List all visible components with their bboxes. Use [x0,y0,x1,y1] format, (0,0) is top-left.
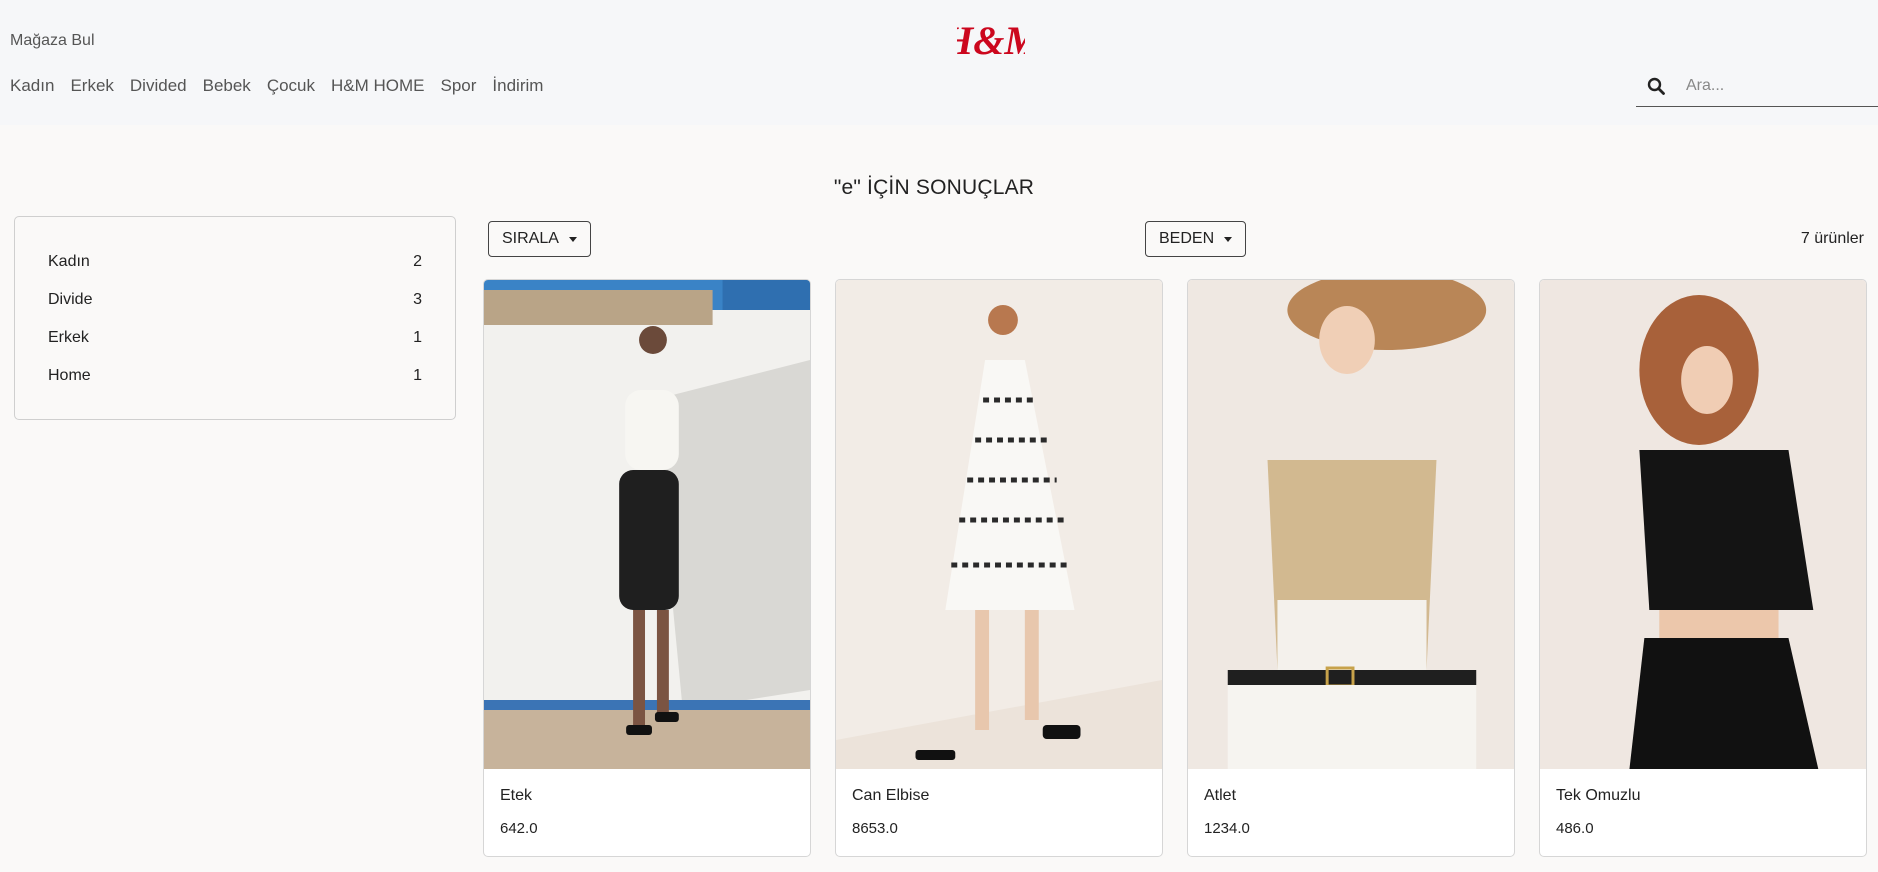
nav-item-bebek[interactable]: Bebek [203,76,251,96]
category-label: Erkek [48,329,89,346]
product-price: 486.0 [1556,820,1594,837]
caret-down-icon [568,236,577,242]
category-item-divide[interactable]: Divide 3 [48,281,422,319]
category-label: Kadın [48,253,90,270]
size-dropdown-button[interactable]: BEDEN [1145,221,1247,257]
product-name: Atlet [1204,787,1237,804]
sort-label: SIRALA [502,230,559,247]
product-image[interactable] [836,280,1162,769]
size-label: BEDEN [1159,230,1215,247]
product-image[interactable] [1540,280,1866,769]
product-price: 1234.0 [1204,820,1250,837]
product-card[interactable]: Can Elbise 8653.0 [835,279,1163,857]
product-card[interactable]: Etek 642.0 [483,279,811,857]
search-icon[interactable] [1636,77,1676,95]
category-count: 1 [413,367,422,384]
results-title: "e" İÇİN SONUÇLAR [833,176,1035,199]
site-header: Mağaza Bul H&M Kadın Erkek Divided Bebek… [0,0,1878,125]
category-label: Home [48,367,91,384]
search-input[interactable] [1676,76,1878,96]
caret-down-icon [1224,236,1233,242]
nav-item-cocuk[interactable]: Çocuk [267,76,315,96]
category-count: 2 [413,253,422,270]
nav-item-divided[interactable]: Divided [130,76,187,96]
product-price: 642.0 [500,820,538,837]
product-price: 8653.0 [852,820,898,837]
nav-item-kadin[interactable]: Kadın [10,76,54,96]
category-item-erkek[interactable]: Erkek 1 [48,319,422,357]
svg-text:H&M: H&M [957,18,1025,63]
product-name: Etek [500,787,533,804]
product-card[interactable]: Tek Omuzlu 486.0 [1539,279,1867,857]
nav-item-indirim[interactable]: İndirim [492,76,543,96]
store-locator-link[interactable]: Mağaza Bul [10,32,95,50]
category-item-kadin[interactable]: Kadın 2 [48,243,422,281]
category-count: 1 [413,329,422,346]
product-name: Tek Omuzlu [1556,787,1641,804]
category-filter-panel: Kadın 2 Divide 3 Erkek 1 Home 1 [14,216,456,420]
sort-dropdown-button[interactable]: SIRALA [488,221,591,257]
main-nav: Kadın Erkek Divided Bebek Çocuk H&M HOME… [10,76,559,96]
nav-item-hm-home[interactable]: H&M HOME [331,76,425,96]
category-count: 3 [413,291,422,308]
product-image[interactable] [1188,280,1514,769]
category-label: Divide [48,291,93,308]
nav-item-erkek[interactable]: Erkek [70,76,113,96]
product-card[interactable]: Atlet 1234.0 [1187,279,1515,857]
category-item-home[interactable]: Home 1 [48,357,422,395]
product-name: Can Elbise [852,787,930,804]
product-image[interactable] [484,280,810,769]
product-count: 7 ürünler [1800,230,1864,247]
nav-item-spor[interactable]: Spor [441,76,477,96]
search-bar [1636,66,1878,107]
hm-logo[interactable]: H&M [957,16,1025,64]
